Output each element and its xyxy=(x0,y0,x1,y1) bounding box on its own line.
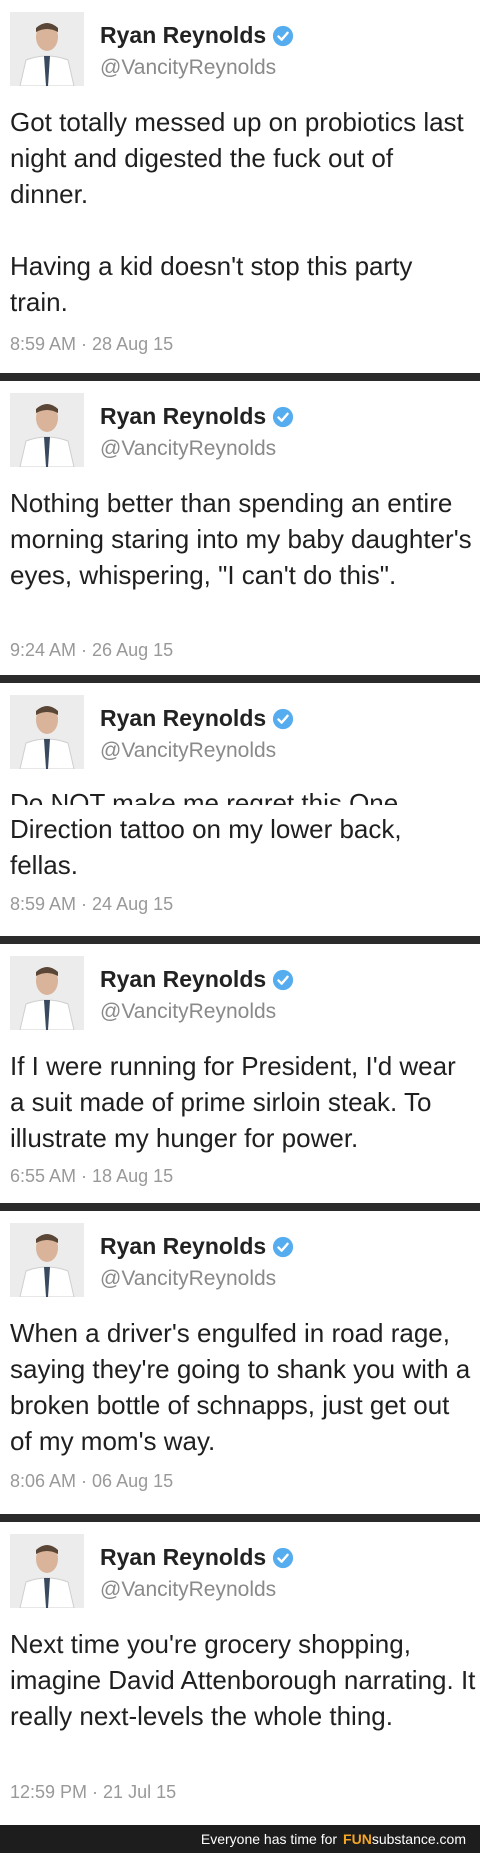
tweet-card-2: Ryan Reynolds @VancityReynolds Nothing b… xyxy=(0,381,480,675)
footer-slogan: Everyone has time for xyxy=(200,1831,338,1847)
author-name[interactable]: Ryan Reynolds xyxy=(100,1544,266,1571)
divider xyxy=(0,675,480,683)
avatar[interactable] xyxy=(10,12,84,86)
tweet-paragraph: Nothing better than spending an entire m… xyxy=(10,488,472,590)
tweet-timestamp[interactable]: 8:59 AM · 24 Aug 15 xyxy=(10,894,173,915)
author-row: Ryan Reynolds xyxy=(100,403,294,430)
tweet-timestamp[interactable]: 9:24 AM · 26 Aug 15 xyxy=(10,640,173,661)
avatar[interactable] xyxy=(10,956,84,1030)
author-handle[interactable]: @VancityReynolds xyxy=(100,739,276,763)
footer-brand-site: substance.com xyxy=(371,1831,466,1847)
divider xyxy=(0,1203,480,1211)
avatar[interactable] xyxy=(10,1534,84,1608)
tweet-text: When a driver's engulfed in road rage, s… xyxy=(10,1315,476,1459)
author-row: Ryan Reynolds xyxy=(100,1544,294,1571)
tweet-timestamp[interactable]: 6:55 AM · 18 Aug 15 xyxy=(10,1166,173,1187)
tweet-card-6: Ryan Reynolds @VancityReynolds Next time… xyxy=(0,1522,480,1825)
tweet-paragraph: Direction tattoo on my lower back, fella… xyxy=(10,814,402,880)
tweet-timestamp[interactable]: 8:59 AM · 28 Aug 15 xyxy=(10,334,173,355)
verified-badge-icon xyxy=(273,969,294,990)
tweet-paragraph: When a driver's engulfed in road rage, s… xyxy=(10,1318,471,1456)
tweet-text: Next time you're grocery shopping, imagi… xyxy=(10,1626,476,1734)
verified-badge-icon xyxy=(273,1547,294,1568)
tweet-card-3: Ryan Reynolds @VancityReynolds Do NOT ma… xyxy=(0,683,480,936)
tweet-paragraph: Got totally messed up on probiotics last… xyxy=(10,107,464,209)
footer-watermark-bar: Everyone has time for FUN substance.com xyxy=(0,1825,480,1853)
footer-brand-fun: FUN xyxy=(343,1831,372,1847)
divider xyxy=(0,1514,480,1522)
tweet-text: If I were running for President, I'd wea… xyxy=(10,1048,476,1156)
author-name[interactable]: Ryan Reynolds xyxy=(100,22,266,49)
avatar[interactable] xyxy=(10,695,84,769)
verified-badge-icon xyxy=(273,25,294,46)
author-row: Ryan Reynolds xyxy=(100,966,294,993)
verified-badge-icon xyxy=(273,1236,294,1257)
tweet-cropped-line: Do NOT make me regret this One xyxy=(10,785,476,805)
tweet-text: Direction tattoo on my lower back, fella… xyxy=(10,811,476,883)
tweet-text: Nothing better than spending an entire m… xyxy=(10,485,476,593)
author-handle[interactable]: @VancityReynolds xyxy=(100,437,276,461)
author-handle[interactable]: @VancityReynolds xyxy=(100,56,276,80)
author-handle[interactable]: @VancityReynolds xyxy=(100,1578,276,1602)
divider xyxy=(0,936,480,944)
divider xyxy=(0,373,480,381)
tweet-text: Got totally messed up on probiotics last… xyxy=(10,104,476,320)
author-row: Ryan Reynolds xyxy=(100,705,294,732)
tweet-timestamp[interactable]: 8:06 AM · 06 Aug 15 xyxy=(10,1471,173,1492)
author-handle[interactable]: @VancityReynolds xyxy=(100,1000,276,1024)
tweet-card-1: Ryan Reynolds @VancityReynolds Got total… xyxy=(0,0,480,373)
tweet-paragraph: Next time you're grocery shopping, imagi… xyxy=(10,1629,476,1731)
author-handle[interactable]: @VancityReynolds xyxy=(100,1267,276,1291)
avatar[interactable] xyxy=(10,393,84,467)
author-row: Ryan Reynolds xyxy=(100,22,294,49)
tweet-paragraph: Do NOT make me regret this One xyxy=(10,788,399,805)
tweet-paragraph: If I were running for President, I'd wea… xyxy=(10,1051,456,1153)
author-name[interactable]: Ryan Reynolds xyxy=(100,705,266,732)
author-name[interactable]: Ryan Reynolds xyxy=(100,403,266,430)
tweet-timestamp[interactable]: 12:59 PM · 21 Jul 15 xyxy=(10,1782,176,1803)
author-name[interactable]: Ryan Reynolds xyxy=(100,966,266,993)
tweet-paragraph: Having a kid doesn't stop this party tra… xyxy=(10,251,413,317)
author-row: Ryan Reynolds xyxy=(100,1233,294,1260)
author-name[interactable]: Ryan Reynolds xyxy=(100,1233,266,1260)
avatar[interactable] xyxy=(10,1223,84,1297)
verified-badge-icon xyxy=(273,708,294,729)
verified-badge-icon xyxy=(273,406,294,427)
tweet-card-4: Ryan Reynolds @VancityReynolds If I were… xyxy=(0,944,480,1203)
tweet-card-5: Ryan Reynolds @VancityReynolds When a dr… xyxy=(0,1211,480,1514)
